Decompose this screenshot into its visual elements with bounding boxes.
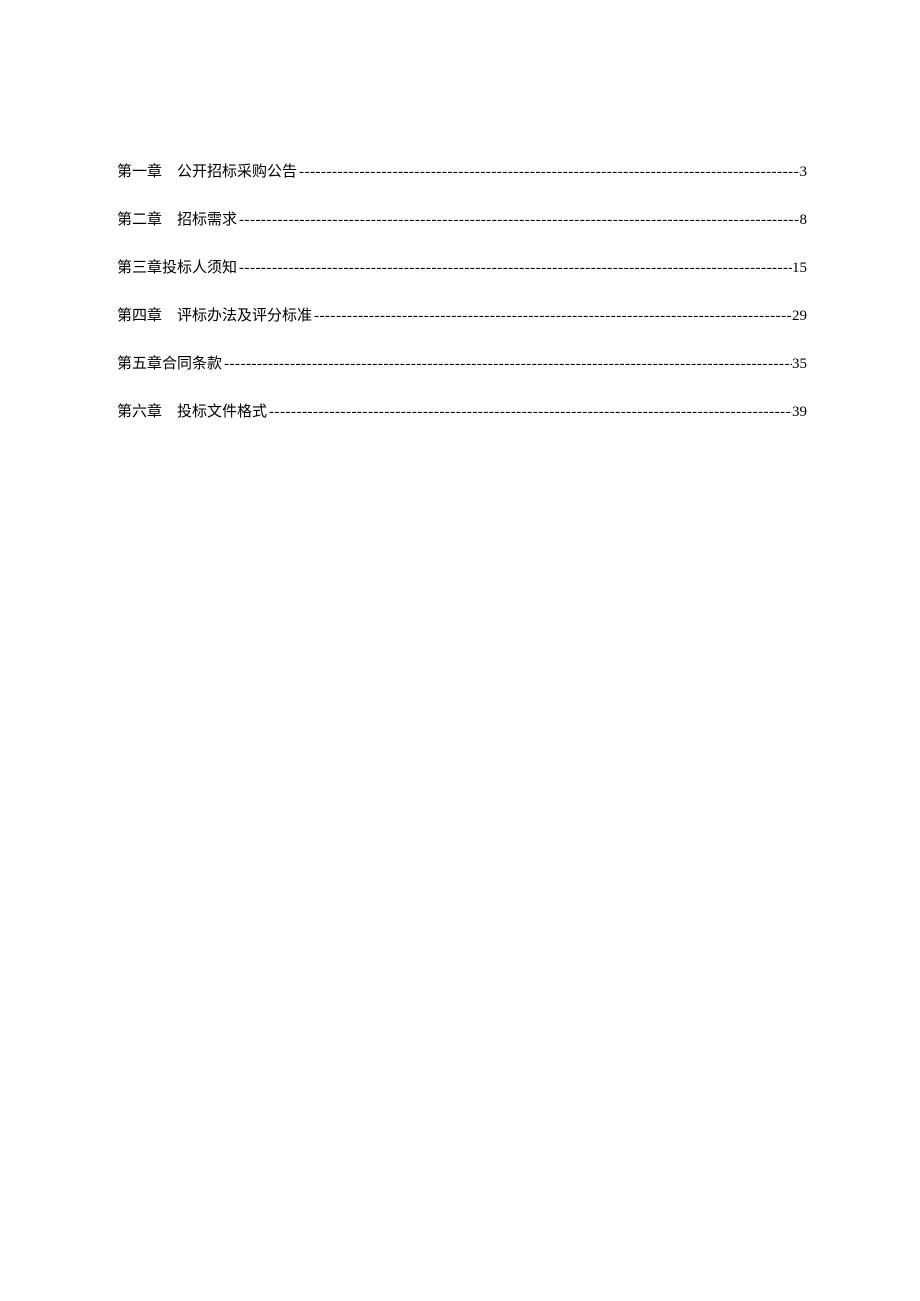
page-content: 第一章公开招标采购公告 3 第二章招标需求 8 第三章投标人须知 15 第四章评… [0,0,920,421]
toc-leader [237,260,792,277]
toc-chapter: 第六章 [117,404,162,420]
toc-chapter: 第三章 [117,260,162,276]
toc-leader [312,308,792,325]
toc-chapter: 第二章 [117,212,162,228]
toc-title: 招标需求 [177,212,237,228]
toc-leader [237,212,799,229]
toc-title: 投标文件格式 [177,404,267,420]
toc-entry: 第五章合同条款 35 [117,352,807,373]
toc-page: 39 [792,404,807,421]
toc-chapter: 第五章 [117,356,162,372]
toc-page: 35 [792,356,807,373]
toc-label: 第一章公开招标采购公告 [117,160,297,181]
toc-entry: 第三章投标人须知 15 [117,256,807,277]
toc-title: 公开招标采购公告 [177,164,297,180]
toc-entry: 第六章投标文件格式 39 [117,400,807,421]
toc-entry: 第四章评标办法及评分标准 29 [117,304,807,325]
toc-chapter: 第四章 [117,308,162,324]
table-of-contents: 第一章公开招标采购公告 3 第二章招标需求 8 第三章投标人须知 15 第四章评… [117,160,807,421]
toc-label: 第三章投标人须知 [117,256,237,277]
toc-label: 第二章招标需求 [117,208,237,229]
toc-leader [222,356,792,373]
toc-title: 评标办法及评分标准 [177,308,312,324]
toc-label: 第六章投标文件格式 [117,400,267,421]
toc-page: 8 [800,212,808,229]
toc-label: 第五章合同条款 [117,352,222,373]
toc-title: 投标人须知 [162,260,237,276]
toc-leader [297,164,799,181]
toc-chapter: 第一章 [117,164,162,180]
toc-entry: 第二章招标需求 8 [117,208,807,229]
toc-title: 合同条款 [162,356,222,372]
toc-entry: 第一章公开招标采购公告 3 [117,160,807,181]
toc-leader [267,404,792,421]
toc-page: 15 [792,260,807,277]
toc-page: 3 [800,164,808,181]
toc-page: 29 [792,308,807,325]
toc-label: 第四章评标办法及评分标准 [117,304,312,325]
